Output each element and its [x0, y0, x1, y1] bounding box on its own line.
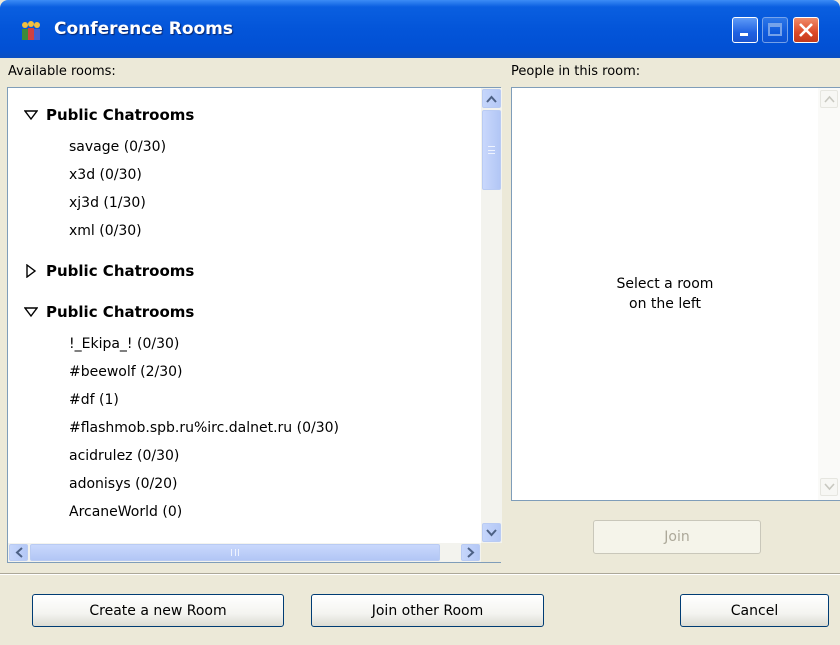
collapsed-triangle-icon[interactable]: [24, 264, 38, 278]
room-item[interactable]: xj3d (1/30): [69, 195, 146, 217]
minimize-icon: [740, 33, 748, 36]
tree-group-public-chatrooms-2[interactable]: Public Chatrooms: [24, 259, 194, 283]
grip-icon: [488, 146, 495, 154]
scroll-corner: [481, 543, 502, 562]
room-item[interactable]: acidrulez (0/30): [69, 448, 179, 470]
maximize-button: [762, 17, 788, 43]
people-list[interactable]: Select a room on the left: [511, 87, 840, 501]
scroll-up-button-disabled: [820, 90, 838, 108]
room-item[interactable]: x3d (0/30): [69, 167, 142, 189]
room-item[interactable]: savage (0/30): [69, 139, 166, 161]
conference-people-icon: [22, 21, 40, 40]
room-item[interactable]: adonisys (0/20): [69, 476, 177, 498]
room-item[interactable]: !_Ekipa_! (0/30): [69, 336, 179, 358]
scroll-up-button[interactable]: [482, 89, 501, 108]
cancel-button[interactable]: Cancel: [680, 594, 829, 627]
chevron-down-icon: [823, 483, 835, 491]
room-item[interactable]: #df (1): [69, 392, 119, 414]
create-room-button[interactable]: Create a new Room: [32, 594, 284, 627]
expanded-triangle-icon[interactable]: [24, 305, 38, 319]
room-tree[interactable]: Public Chatrooms savage (0/30) x3d (0/30…: [7, 87, 502, 563]
room-item[interactable]: ArcaneWorld (0): [69, 504, 182, 526]
tree-group-public-chatrooms-1[interactable]: Public Chatrooms: [24, 103, 194, 127]
minimize-button[interactable]: [732, 17, 758, 43]
room-item[interactable]: xml (0/30): [69, 223, 142, 245]
chevron-up-icon: [486, 95, 497, 103]
scroll-down-button[interactable]: [482, 523, 501, 542]
close-button[interactable]: [793, 17, 819, 43]
people-in-room-label: People in this room:: [511, 64, 641, 79]
scroll-thumb-horizontal[interactable]: [30, 544, 440, 561]
chevron-down-icon: [486, 528, 497, 536]
available-rooms-label: Available rooms:: [8, 64, 116, 79]
people-empty-message: Select a room on the left: [512, 274, 818, 314]
chevron-right-icon: [466, 547, 474, 558]
maximize-icon: [768, 23, 782, 36]
scroll-thumb-vertical[interactable]: [482, 110, 501, 190]
tree-group-label: Public Chatrooms: [46, 106, 195, 124]
scroll-right-button[interactable]: [461, 544, 480, 561]
divider: [0, 573, 840, 575]
chevron-up-icon: [823, 95, 835, 103]
people-empty-line-1: Select a room: [616, 276, 714, 292]
room-item[interactable]: #flashmob.spb.ru%irc.dalnet.ru (0/30): [69, 420, 339, 442]
room-tree-horizontal-scrollbar[interactable]: [8, 543, 481, 562]
tree-group-label: Public Chatrooms: [46, 262, 195, 280]
people-vertical-scrollbar: [818, 88, 840, 500]
scroll-down-button-disabled: [820, 478, 838, 496]
title-bar[interactable]: Conference Rooms: [0, 0, 840, 58]
grip-icon: [231, 549, 239, 556]
tree-group-label: Public Chatrooms: [46, 303, 195, 321]
expanded-triangle-icon[interactable]: [24, 108, 38, 122]
window-title: Conference Rooms: [54, 19, 234, 39]
close-icon: [799, 23, 813, 37]
room-tree-content: Public Chatrooms savage (0/30) x3d (0/30…: [8, 88, 481, 543]
tree-group-public-chatrooms-3[interactable]: Public Chatrooms: [24, 300, 194, 324]
join-button[interactable]: Join: [593, 520, 761, 554]
people-empty-line-2: on the left: [629, 296, 701, 312]
chevron-left-icon: [15, 547, 23, 558]
scroll-left-button[interactable]: [9, 544, 28, 561]
join-other-room-button[interactable]: Join other Room: [311, 594, 544, 627]
room-tree-vertical-scrollbar[interactable]: [481, 88, 502, 543]
room-item[interactable]: #beewolf (2/30): [69, 364, 183, 386]
